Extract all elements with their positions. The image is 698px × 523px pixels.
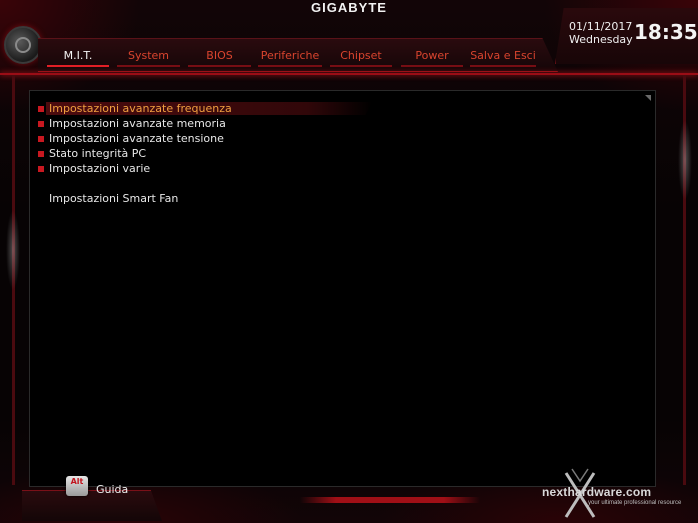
tab-label: Periferiche xyxy=(260,49,320,62)
tab-label: BIOS xyxy=(206,49,233,62)
header-divider xyxy=(0,73,698,75)
square-bullet-icon xyxy=(38,151,44,157)
tab-chipset[interactable]: Chipset xyxy=(330,49,392,67)
tab-power[interactable]: Power xyxy=(401,49,463,67)
watermark-tagline: your ultimate professional resource xyxy=(588,500,682,506)
tab-system[interactable]: System xyxy=(117,49,180,67)
weekday-value: Wednesday xyxy=(569,33,633,46)
menu-item-label: Impostazioni avanzate tensione xyxy=(49,132,224,145)
square-bullet-icon xyxy=(38,121,44,127)
tab-label: Power xyxy=(415,49,449,62)
panel-corner-icon xyxy=(645,95,651,101)
top-bar: GIGABYTE M.I.T. System BIOS Periferiche … xyxy=(0,0,698,80)
menu-item-tensione[interactable]: Impostazioni avanzate tensione xyxy=(38,131,378,146)
settings-menu: Impostazioni avanzate frequenza Impostaz… xyxy=(38,101,378,206)
square-bullet-icon xyxy=(38,106,44,112)
bottom-accent-bar xyxy=(300,497,480,503)
tab-label: M.I.T. xyxy=(63,49,93,62)
watermark: nexthardware.com your ultimate professio… xyxy=(540,465,698,523)
menu-item-label: Impostazioni avanzate memoria xyxy=(49,117,226,130)
tab-label: Chipset xyxy=(340,49,382,62)
tab-label: System xyxy=(127,49,170,62)
date-value: 01/11/2017 xyxy=(569,20,633,33)
menu-item-label: Impostazioni avanzate frequenza xyxy=(49,102,232,115)
menu-item-frequenza[interactable]: Impostazioni avanzate frequenza xyxy=(38,101,378,116)
menu-item-memoria[interactable]: Impostazioni avanzate memoria xyxy=(38,116,378,131)
menu-item-label: Stato integrità PC xyxy=(49,147,147,160)
menu-item-label: Impostazioni varie xyxy=(49,162,151,175)
menu-item-varie[interactable]: Impostazioni varie xyxy=(38,161,378,176)
tab-label: Salva e Esci xyxy=(470,49,536,62)
footer-band xyxy=(22,490,162,521)
tab-salva-e-esci[interactable]: Salva e Esci xyxy=(470,49,536,67)
help-label[interactable]: Guida xyxy=(96,483,128,496)
alt-key-icon: Alt xyxy=(66,476,88,496)
watermark-text: nexthardware.com xyxy=(542,485,652,499)
date-display: 01/11/2017 Wednesday xyxy=(569,20,633,46)
gigabyte-emblem-icon xyxy=(4,26,42,64)
menu-item-stato-integrita[interactable]: Stato integrità PC xyxy=(38,146,378,161)
menu-item-smart-fan[interactable]: Impostazioni Smart Fan xyxy=(38,191,378,206)
time-display: 18:35 xyxy=(634,20,698,44)
tab-mit[interactable]: M.I.T. xyxy=(47,49,109,67)
tab-bios[interactable]: BIOS xyxy=(188,49,251,67)
square-bullet-icon xyxy=(38,166,44,172)
side-glow-right xyxy=(678,120,692,200)
tab-periferiche[interactable]: Periferiche xyxy=(258,49,322,67)
square-bullet-icon xyxy=(38,136,44,142)
side-glow-left xyxy=(6,210,20,290)
